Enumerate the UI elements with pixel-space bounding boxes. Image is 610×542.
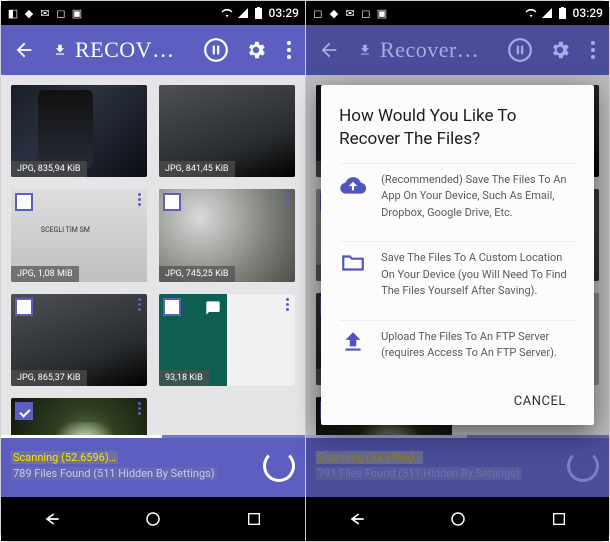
phone-left: ◧ ◆ ✉ ◻ ▣ 03:29 RECOVER… [1,1,305,541]
toolbar-title: Recover… [380,37,479,63]
loading-spinner [567,450,599,482]
select-checkbox[interactable] [15,193,33,211]
notif-icon: ◆ [23,7,35,19]
download-icon [358,41,372,59]
scan-status-line1: Scanning (52.6596)… [11,450,217,467]
thumbnail[interactable]: JPG, 841,45 KiB [159,85,295,177]
loading-spinner [263,450,295,482]
nav-home[interactable] [130,505,176,533]
notif-icon: ▣ [376,7,388,19]
file-info-badge: JPG, 865,37 KiB [11,370,87,386]
overflow-menu[interactable] [583,33,603,67]
dialog-buttons: CANCEL [339,382,576,415]
cancel-button[interactable]: CANCEL [504,388,576,415]
settings-button[interactable] [543,33,577,67]
app-toolbar: RECOVER… [1,25,305,75]
overflow-menu[interactable] [279,33,299,67]
signal-icon [237,7,249,19]
back-button[interactable] [7,33,41,67]
notif-icon: ✉ [39,7,51,19]
thumbnail[interactable]: JPG, 865,37 KiB [11,294,147,386]
system-navbar [306,497,609,541]
download-icon [53,41,67,59]
status-system: 03:29 [525,6,603,20]
scan-status-bar: Scanning (52.6596)… 789 Files Found (511… [1,435,305,497]
pause-button[interactable] [503,33,537,67]
battery-icon [253,7,265,19]
thumbnail[interactable]: JPG, 745,25 KiB [159,189,295,281]
recover-dialog: How Would You Like To Recover The Files?… [321,85,594,425]
status-clock: 03:29 [573,6,603,20]
select-checkbox[interactable] [163,298,181,316]
image-grid-scroll[interactable]: JPG, 835,94 KiB JPG, 841,45 KiB JPG, 1,0… [1,75,305,435]
status-bar: ◻ ◆ ✉ ◻ ▣ 03:29 [306,1,609,25]
status-bar: ◧ ◆ ✉ ◻ ▣ 03:29 [1,1,305,25]
signal-icon [541,7,553,19]
status-notifications: ◻ ◆ ✉ ◻ ▣ [312,7,388,19]
select-checkbox[interactable] [163,193,181,211]
file-info-badge: JPG, 835,94 KiB [11,161,87,177]
item-menu-icon[interactable] [133,402,145,415]
settings-button[interactable] [239,33,273,67]
folder-icon [339,250,367,300]
status-clock: 03:29 [269,6,299,20]
file-info-badge: 93,18 KiB [159,370,209,386]
file-info-badge: JPG, 1,08 MiB [11,266,79,282]
nav-back[interactable] [334,505,380,533]
thumbnail[interactable]: JPG, 835,94 KiB [11,85,147,177]
item-menu-icon[interactable] [133,193,145,206]
thumbnail[interactable]: JPG, 1,08 MiB [11,189,147,281]
system-navbar [1,497,305,541]
recover-option-ftp[interactable]: Upload The Files To An FTP Server (requi… [339,320,576,370]
nav-recent[interactable] [536,505,582,533]
thumbnail[interactable]: 160,75 KiB [11,398,147,435]
recover-option-folder[interactable]: Save The Files To A Custom Location On Y… [339,241,576,308]
recover-option-cloud[interactable]: (Recommended) Save The Files To An App O… [339,163,576,230]
cloud-upload-icon [339,172,367,222]
phone-right: ◻ ◆ ✉ ◻ ▣ 03:29 Recover… JPG, 835,94 KiB… [305,1,609,541]
app-toolbar: Recover… [306,25,609,75]
option-text: Save The Files To A Custom Location On Y… [381,250,576,300]
select-checkbox[interactable] [15,298,33,316]
scan-status-line1: Scanning (53.3396)… [316,450,522,467]
wifi-icon [221,7,233,19]
battery-icon [557,7,569,19]
option-text: (Recommended) Save The Files To An App O… [381,172,576,222]
notif-icon: ◻ [55,7,67,19]
status-notifications: ◧ ◆ ✉ ◻ ▣ [7,7,83,19]
item-menu-icon[interactable] [281,193,293,206]
status-system: 03:29 [221,6,299,20]
option-text: Upload The Files To An FTP Server (requi… [381,329,576,362]
image-grid: JPG, 835,94 KiB JPG, 841,45 KiB JPG, 1,0… [11,85,295,435]
toolbar-title: RECOVER… [75,37,185,63]
notif-icon: ▣ [71,7,83,19]
nav-recent[interactable] [231,505,277,533]
nav-home[interactable] [435,505,481,533]
scan-status-line2: 791 Files Found (511 Hidden By Settings) [316,466,522,483]
notif-icon: ◻ [312,7,324,19]
notif-icon: ✉ [344,7,356,19]
file-info-badge: JPG, 841,45 KiB [159,161,235,177]
upload-icon [339,329,367,362]
file-info-badge: JPG, 745,25 KiB [159,266,235,282]
back-button[interactable] [312,33,346,67]
scan-progress [306,435,609,438]
select-checkbox[interactable] [15,402,33,420]
dialog-title: How Would You Like To Recover The Files? [339,105,576,151]
notif-icon: ◆ [328,7,340,19]
item-menu-icon[interactable] [133,298,145,311]
dialog-scrim[interactable]: How Would You Like To Recover The Files?… [306,75,609,435]
scan-status-bar: Scanning (53.3396)… 791 Files Found (511… [306,435,609,497]
nav-back[interactable] [29,505,75,533]
wifi-icon [525,7,537,19]
pause-button[interactable] [199,33,233,67]
item-menu-icon[interactable] [281,298,293,311]
scan-progress [1,435,305,438]
thumbnail[interactable]: 93,18 KiB [159,294,295,386]
notif-icon: ◻ [360,7,372,19]
notif-icon: ◧ [7,7,19,19]
scan-status-line2: 789 Files Found (511 Hidden By Settings) [11,466,217,483]
